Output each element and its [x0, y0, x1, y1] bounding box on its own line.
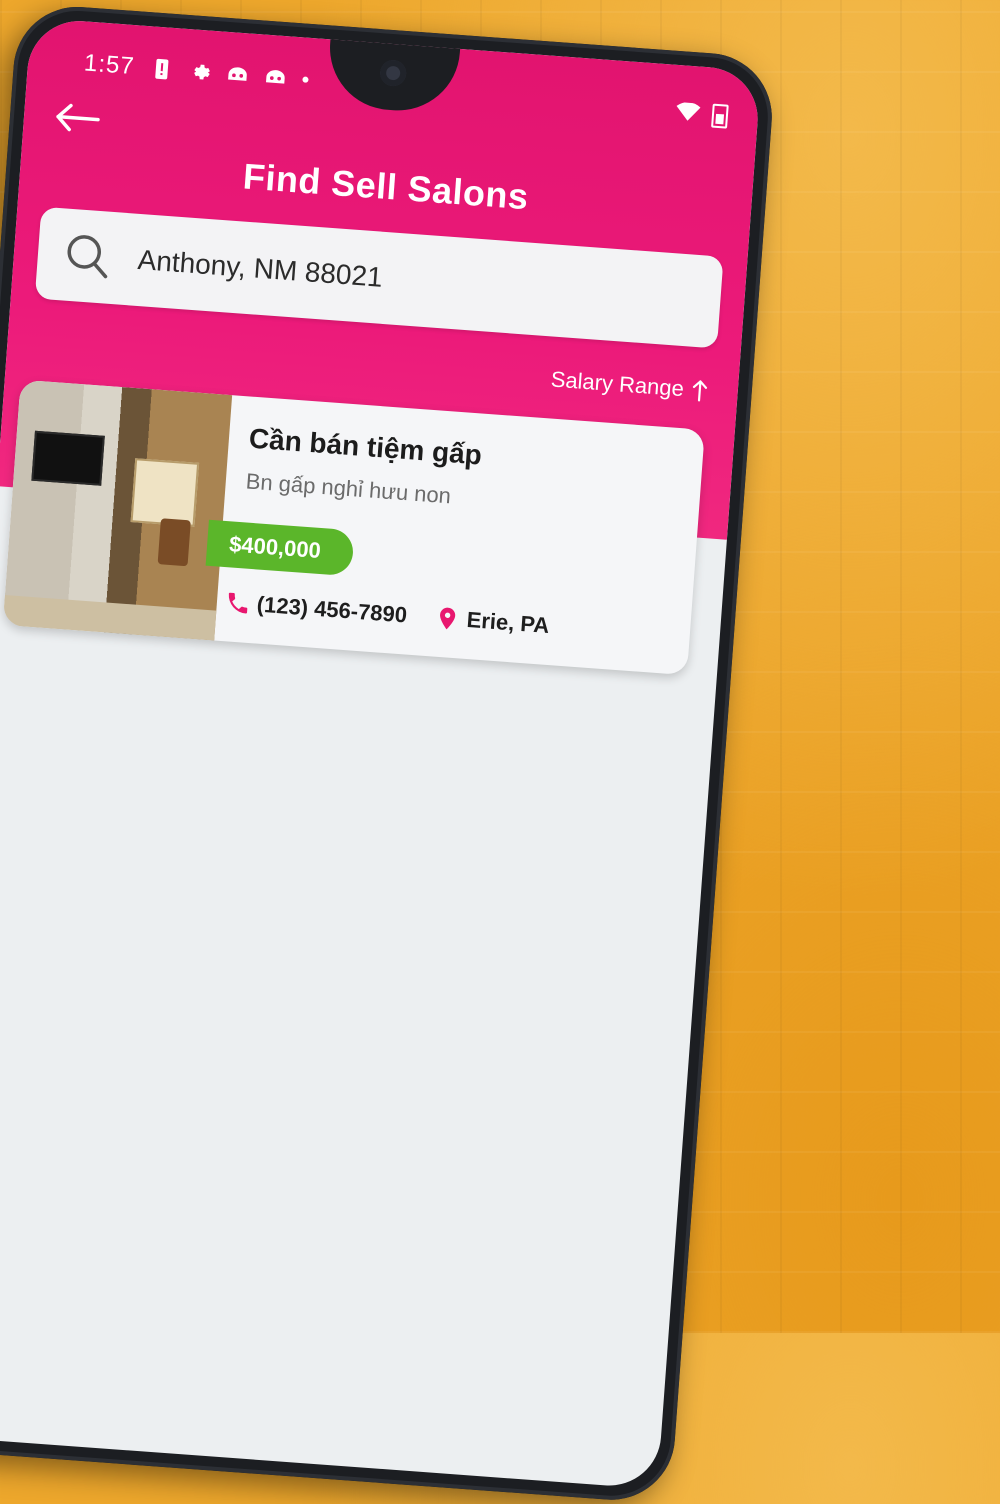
- price-badge: $400,000: [205, 519, 355, 577]
- arrow-up-icon: [692, 380, 708, 402]
- more-notifications-dot: [301, 76, 309, 83]
- photo-tv: [31, 430, 105, 486]
- location-pin-icon: [440, 607, 456, 630]
- listing-details: Cần bán tiệm gấp Bn gấp nghỉ hưu non: [245, 423, 683, 527]
- status-time: 1:57: [83, 49, 136, 81]
- app-screen: 1:57 Find Sell Salons Anthony, NM 88021 …: [0, 17, 762, 1490]
- back-button[interactable]: [52, 101, 105, 145]
- listing-meta: (123) 456-7890 Erie, PA: [224, 589, 667, 647]
- photo-floor: [2, 595, 217, 641]
- location-text: Erie, PA: [465, 606, 551, 638]
- back-arrow-icon: [56, 103, 100, 132]
- search-icon: [67, 235, 108, 279]
- search-input[interactable]: [134, 242, 570, 309]
- phone-device: 1:57 Find Sell Salons Anthony, NM 88021 …: [0, 2, 777, 1504]
- photo-chair: [157, 518, 191, 567]
- status-icons-right: [675, 101, 729, 129]
- salon-photo: [2, 379, 233, 641]
- phone-link[interactable]: (123) 456-7890: [224, 589, 408, 628]
- photo-cabinet: [130, 458, 200, 527]
- phone-icon: [228, 592, 248, 614]
- phone-number: (123) 456-7890: [256, 591, 408, 628]
- app-notification-icon-2: [263, 66, 287, 90]
- gear-icon: [188, 60, 212, 84]
- app-notification-icon: [226, 63, 250, 87]
- battery-icon: [711, 103, 729, 129]
- location: Erie, PA: [434, 605, 550, 639]
- alert-icon: [150, 57, 174, 81]
- wifi-icon: [675, 101, 701, 126]
- salon-listing-card[interactable]: Cần bán tiệm gấp Bn gấp nghỉ hưu non $40…: [2, 379, 705, 676]
